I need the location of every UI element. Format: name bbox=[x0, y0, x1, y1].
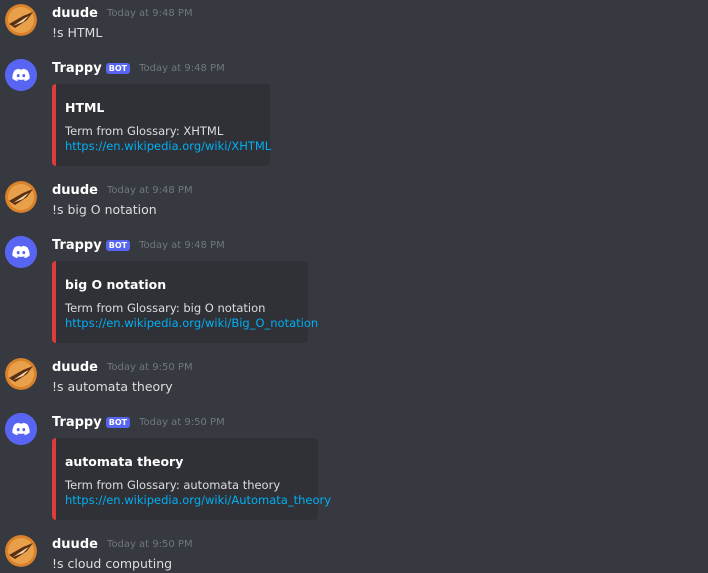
username[interactable]: Trappy bbox=[52, 415, 102, 430]
timestamp: Today at 9:50 PM bbox=[139, 416, 225, 428]
embed-description: Term from Glossary: automata theory bbox=[65, 478, 281, 492]
username[interactable]: duude bbox=[52, 360, 98, 375]
username[interactable]: duude bbox=[52, 183, 98, 198]
message-header: Trappy BOT Today at 9:48 PM bbox=[52, 59, 225, 77]
message-content: !s cloud computing bbox=[52, 556, 173, 571]
message-bot: Trappy BOT Today at 9:48 PM HTML Term fr… bbox=[0, 59, 708, 166]
message-header: duude Today at 9:48 PM bbox=[52, 181, 193, 199]
message-content: !s HTML bbox=[52, 25, 103, 40]
user-avatar-icon[interactable] bbox=[5, 181, 37, 213]
message-header: duude Today at 9:50 PM bbox=[52, 358, 193, 376]
username[interactable]: Trappy bbox=[52, 61, 102, 76]
discord-logo-icon[interactable] bbox=[5, 59, 37, 91]
message-user: duude Today at 9:48 PM !s big O notation bbox=[0, 181, 708, 221]
message-header: duude Today at 9:50 PM bbox=[52, 535, 193, 553]
message-header: Trappy BOT Today at 9:50 PM bbox=[52, 413, 225, 431]
embed: automata theory Term from Glossary: auto… bbox=[52, 438, 331, 520]
message-content: !s automata theory bbox=[52, 379, 173, 394]
embed: big O notation Term from Glossary: big O… bbox=[52, 261, 318, 343]
bot-tag: BOT bbox=[105, 62, 131, 74]
bot-tag: BOT bbox=[105, 416, 131, 428]
user-avatar-icon[interactable] bbox=[5, 535, 37, 567]
timestamp: Today at 9:48 PM bbox=[106, 7, 193, 19]
embed-link[interactable]: https://en.wikipedia.org/wiki/Automata_t… bbox=[65, 493, 331, 507]
timestamp: Today at 9:48 PM bbox=[139, 239, 225, 251]
timestamp: Today at 9:50 PM bbox=[106, 538, 193, 550]
embed-description: Term from Glossary: XHTML bbox=[65, 124, 224, 138]
message-header: Trappy BOT Today at 9:48 PM bbox=[52, 236, 225, 254]
embed-title: HTML bbox=[65, 100, 105, 115]
embed: HTML Term from Glossary: XHTML https://e… bbox=[52, 84, 271, 166]
embed-description: Term from Glossary: big O notation bbox=[65, 301, 266, 315]
discord-logo-icon[interactable] bbox=[5, 236, 37, 268]
timestamp: Today at 9:50 PM bbox=[106, 361, 193, 373]
timestamp: Today at 9:48 PM bbox=[139, 62, 225, 74]
message-user: duude Today at 9:50 PM !s automata theor… bbox=[0, 358, 708, 398]
username[interactable]: duude bbox=[52, 6, 98, 21]
username[interactable]: Trappy bbox=[52, 238, 102, 253]
message-content: !s big O notation bbox=[52, 202, 157, 217]
message-user: duude Today at 9:48 PM !s HTML bbox=[0, 4, 708, 44]
user-avatar-icon[interactable] bbox=[5, 4, 37, 36]
embed-title: big O notation bbox=[65, 277, 167, 292]
message-bot: Trappy BOT Today at 9:48 PM big O notati… bbox=[0, 236, 708, 343]
discord-logo-icon[interactable] bbox=[5, 413, 37, 445]
message-header: duude Today at 9:48 PM bbox=[52, 4, 193, 22]
timestamp: Today at 9:48 PM bbox=[106, 184, 193, 196]
message-user: duude Today at 9:50 PM !s cloud computin… bbox=[0, 535, 708, 573]
user-avatar-icon[interactable] bbox=[5, 358, 37, 390]
message-bot: Trappy BOT Today at 9:50 PM automata the… bbox=[0, 413, 708, 520]
bot-tag: BOT bbox=[105, 239, 131, 251]
embed-link[interactable]: https://en.wikipedia.org/wiki/XHTML bbox=[65, 139, 271, 153]
username[interactable]: duude bbox=[52, 537, 98, 552]
embed-link[interactable]: https://en.wikipedia.org/wiki/Big_O_nota… bbox=[65, 316, 318, 330]
embed-title: automata theory bbox=[65, 454, 184, 469]
